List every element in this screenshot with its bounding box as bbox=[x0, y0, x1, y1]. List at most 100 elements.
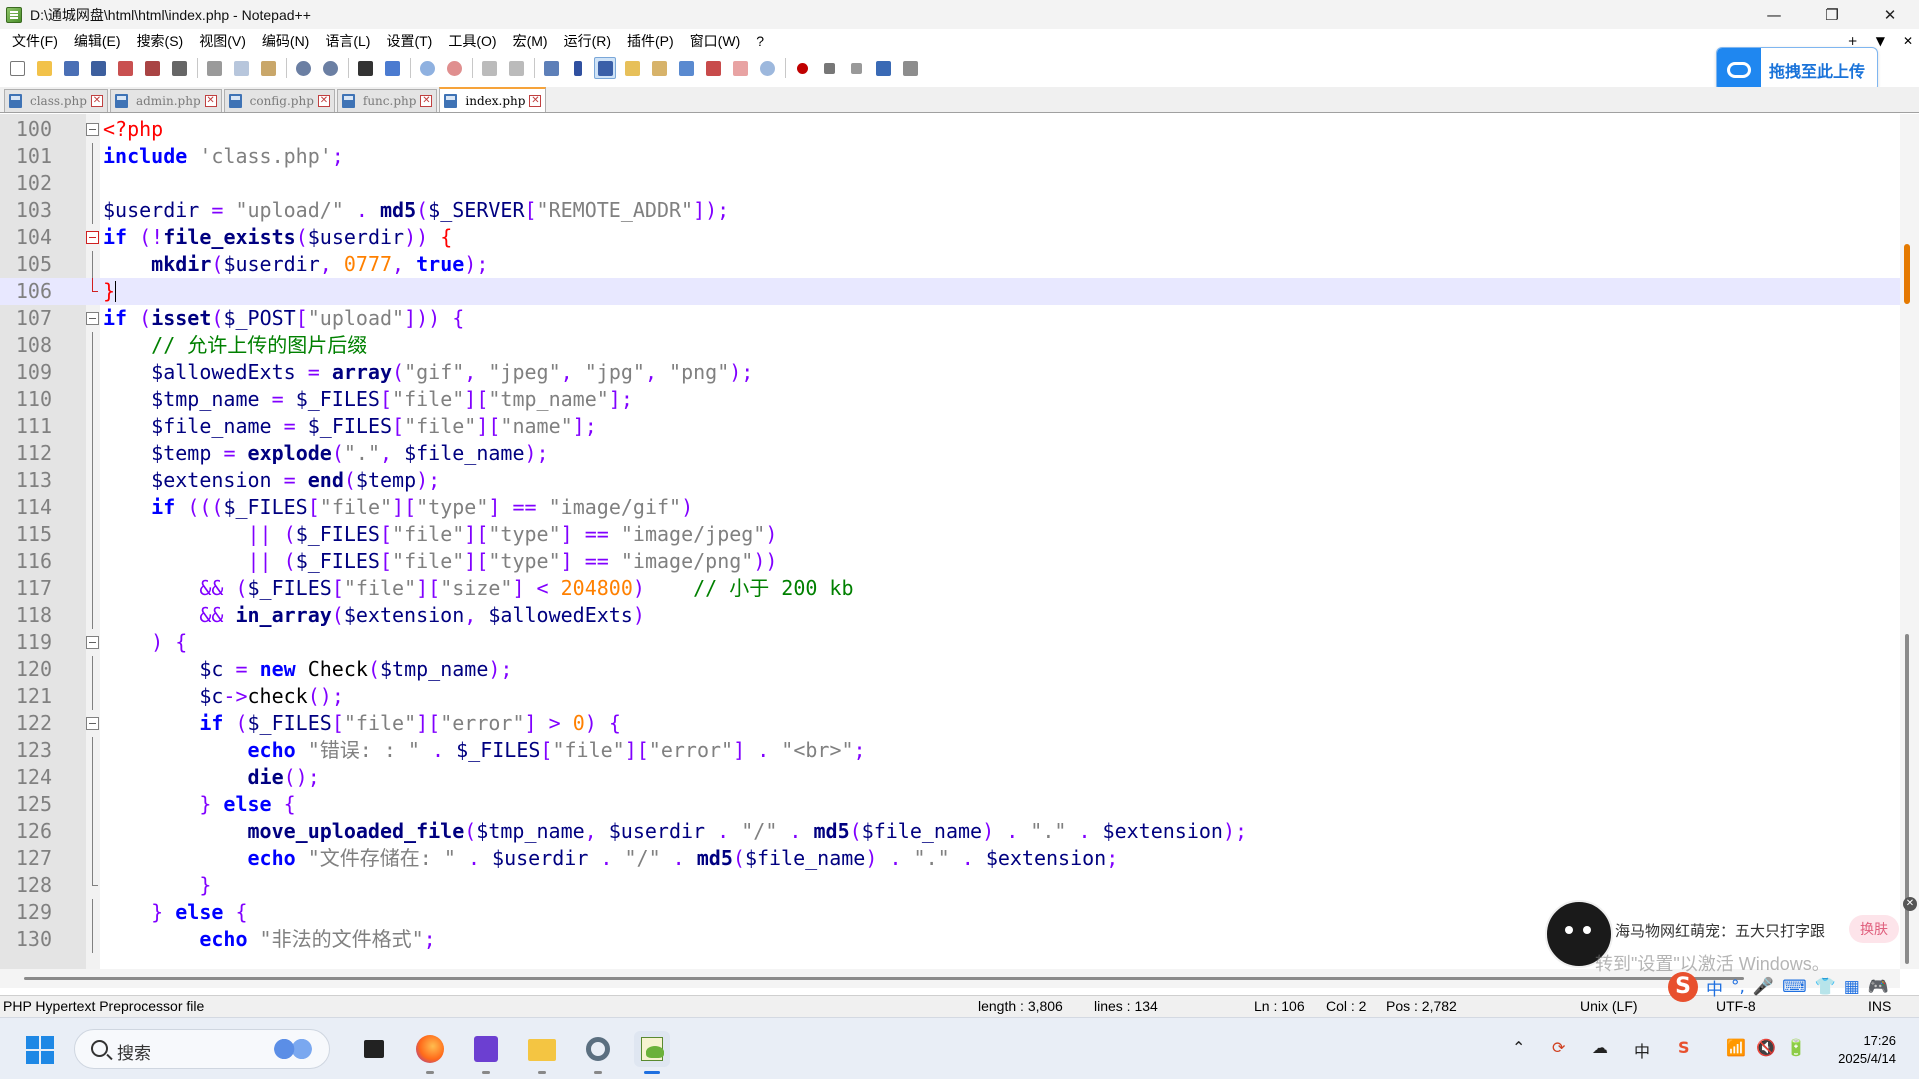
horizontal-scroll-thumb[interactable] bbox=[24, 977, 1744, 980]
play-macro-icon[interactable] bbox=[845, 57, 867, 79]
close-icon[interactable] bbox=[114, 57, 136, 79]
menu-macro[interactable]: 宏(M) bbox=[505, 29, 556, 53]
cloud-upload-dropzone[interactable]: 拖拽至此上传 bbox=[1716, 47, 1878, 92]
ime-punctuation-icon[interactable]: °, bbox=[1731, 977, 1745, 997]
stop-macro-icon[interactable] bbox=[818, 57, 840, 79]
redo-icon[interactable] bbox=[319, 57, 341, 79]
doc-list-icon[interactable] bbox=[675, 57, 697, 79]
new-tab-button[interactable]: + bbox=[1848, 34, 1858, 48]
ime-keyboard-icon[interactable]: ⌨ bbox=[1782, 977, 1807, 997]
tray-onedrive-icon[interactable]: ☁ bbox=[1592, 1038, 1608, 1057]
indent-guide-icon[interactable] bbox=[594, 57, 616, 79]
fold-marker[interactable] bbox=[86, 305, 100, 332]
code-line[interactable]: 119 ) { bbox=[0, 629, 1900, 656]
tab-close-icon[interactable]: ✕ bbox=[90, 95, 103, 107]
settings-icon[interactable] bbox=[580, 1031, 616, 1074]
code-line[interactable]: 120 $c = new Check($tmp_name); bbox=[0, 656, 1900, 683]
sogou-logo-icon[interactable]: S bbox=[1668, 972, 1698, 1002]
close-all-icon[interactable] bbox=[141, 57, 163, 79]
tab-config-php[interactable]: config.php ✕ bbox=[223, 89, 335, 112]
menu-encoding[interactable]: 编码(N) bbox=[254, 29, 317, 53]
code-line[interactable]: 107 if (isset($_POST["upload"])) { bbox=[0, 305, 1900, 332]
code-line[interactable]: 105 mkdir($userdir, 0777, true); bbox=[0, 251, 1900, 278]
code-line[interactable]: 117 && ($_FILES["file"]["size"] < 204800… bbox=[0, 575, 1900, 602]
close-window-button[interactable]: ✕ bbox=[1861, 0, 1919, 29]
visual-studio-icon[interactable] bbox=[468, 1031, 504, 1074]
tab-index-php[interactable]: index.php ✕ bbox=[439, 87, 547, 112]
minimize-button[interactable]: — bbox=[1745, 0, 1803, 29]
code-editor[interactable]: 100 <?php 101 include 'class.php'; 102 103 $us… bbox=[0, 114, 1919, 969]
task-view-icon[interactable] bbox=[356, 1031, 392, 1067]
taskbar-clock[interactable]: 17:26 2025/4/14 bbox=[1826, 1032, 1896, 1068]
notepadpp-app-icon[interactable] bbox=[6, 6, 22, 23]
tray-sogou-icon[interactable]: S bbox=[1678, 1038, 1690, 1057]
save-all-icon[interactable] bbox=[87, 57, 109, 79]
tray-overflow-icon[interactable]: ⌃ bbox=[1512, 1038, 1525, 1057]
tray-ime-icon[interactable]: 中 bbox=[1634, 1038, 1650, 1062]
doc-map-icon[interactable] bbox=[648, 57, 670, 79]
tab-close-icon[interactable]: ✕ bbox=[420, 95, 433, 107]
fold-marker[interactable] bbox=[86, 629, 100, 656]
code-line[interactable]: 128 } bbox=[0, 872, 1900, 899]
replace-icon[interactable] bbox=[381, 57, 403, 79]
code-line[interactable]: 114 if ((($_FILES["file"]["type"] == "im… bbox=[0, 494, 1900, 521]
zoom-out-icon[interactable] bbox=[443, 57, 465, 79]
sync-horizontal-icon[interactable] bbox=[505, 57, 527, 79]
function-list-icon[interactable] bbox=[702, 57, 724, 79]
show-all-chars-icon[interactable] bbox=[567, 57, 589, 79]
save-icon[interactable] bbox=[60, 57, 82, 79]
file-explorer-icon[interactable] bbox=[524, 1031, 560, 1074]
ime-voice-icon[interactable]: 🎤 bbox=[1753, 977, 1774, 997]
code-line[interactable]: 103 $userdir = "upload/" . md5($_SERVER["… bbox=[0, 197, 1900, 224]
udl-icon[interactable] bbox=[621, 57, 643, 79]
code-line[interactable]: 112 $temp = explode(".", $file_name); bbox=[0, 440, 1900, 467]
menu-language[interactable]: 语言(L) bbox=[317, 29, 378, 53]
code-line[interactable]: 123 echo "错误: : " . $_FILES["file"]["err… bbox=[0, 737, 1900, 764]
menu-search[interactable]: 搜索(S) bbox=[129, 29, 192, 53]
fold-marker[interactable] bbox=[86, 116, 100, 143]
code-line[interactable]: 110 $tmp_name = $_FILES["file"]["tmp_nam… bbox=[0, 386, 1900, 413]
menu-view[interactable]: 视图(V) bbox=[191, 29, 254, 53]
monitor-icon[interactable] bbox=[756, 57, 778, 79]
tray-volume-icon[interactable]: 🔇 bbox=[1756, 1038, 1776, 1057]
code-line[interactable]: 126 move_uploaded_file($tmp_name, $userd… bbox=[0, 818, 1900, 845]
code-line[interactable]: 115 || ($_FILES["file"]["type"] == "imag… bbox=[0, 521, 1900, 548]
menu-help[interactable]: ? bbox=[748, 29, 772, 53]
cut-icon[interactable] bbox=[203, 57, 225, 79]
find-icon[interactable] bbox=[354, 57, 376, 79]
tab-func-php[interactable]: func.php ✕ bbox=[336, 89, 438, 112]
code-line[interactable]: 125 } else { bbox=[0, 791, 1900, 818]
code-line[interactable]: 113 $extension = end($temp); bbox=[0, 467, 1900, 494]
paste-icon[interactable] bbox=[257, 57, 279, 79]
copy-icon[interactable] bbox=[230, 57, 252, 79]
firefox-icon[interactable] bbox=[412, 1031, 448, 1074]
tray-battery-icon[interactable]: 🔋 bbox=[1786, 1038, 1806, 1057]
code-line[interactable]: 101 include 'class.php'; bbox=[0, 143, 1900, 170]
code-line[interactable]: 104 if (!file_exists($userdir)) { bbox=[0, 224, 1900, 251]
ime-toolbox-icon[interactable]: ▦ bbox=[1844, 977, 1860, 997]
vertical-scrollbar[interactable] bbox=[1900, 114, 1919, 969]
code-line[interactable]: 121 $c->check(); bbox=[0, 683, 1900, 710]
menu-run[interactable]: 运行(R) bbox=[556, 29, 619, 53]
code-line[interactable]: 102 bbox=[0, 170, 1900, 197]
windows-start-icon[interactable] bbox=[26, 1036, 54, 1064]
code-line[interactable]: 124 die(); bbox=[0, 764, 1900, 791]
maximize-button[interactable]: ❐ bbox=[1803, 0, 1861, 29]
menu-file[interactable]: 文件(F) bbox=[4, 29, 66, 53]
ime-game-icon[interactable]: 🎮 bbox=[1868, 977, 1889, 997]
menu-window[interactable]: 窗口(W) bbox=[682, 29, 749, 53]
ime-popup-close-icon[interactable]: ✕ bbox=[1903, 897, 1917, 911]
tab-close-icon[interactable]: ✕ bbox=[317, 95, 330, 107]
menu-edit[interactable]: 编辑(E) bbox=[66, 29, 129, 53]
run-macro-multiple-icon[interactable] bbox=[872, 57, 894, 79]
undo-icon[interactable] bbox=[292, 57, 314, 79]
zoom-in-icon[interactable] bbox=[416, 57, 438, 79]
menu-tools[interactable]: 工具(O) bbox=[440, 29, 504, 53]
taskbar-search[interactable]: 搜索 bbox=[74, 1029, 330, 1069]
menu-settings[interactable]: 设置(T) bbox=[378, 29, 440, 53]
code-line[interactable]: 118 && in_array($extension, $allowedExts… bbox=[0, 602, 1900, 629]
tab-admin-php[interactable]: admin.php ✕ bbox=[109, 89, 222, 112]
code-line[interactable]: 116 || ($_FILES["file"]["type"] == "imag… bbox=[0, 548, 1900, 575]
print-icon[interactable] bbox=[168, 57, 190, 79]
new-file-icon[interactable] bbox=[6, 57, 28, 79]
